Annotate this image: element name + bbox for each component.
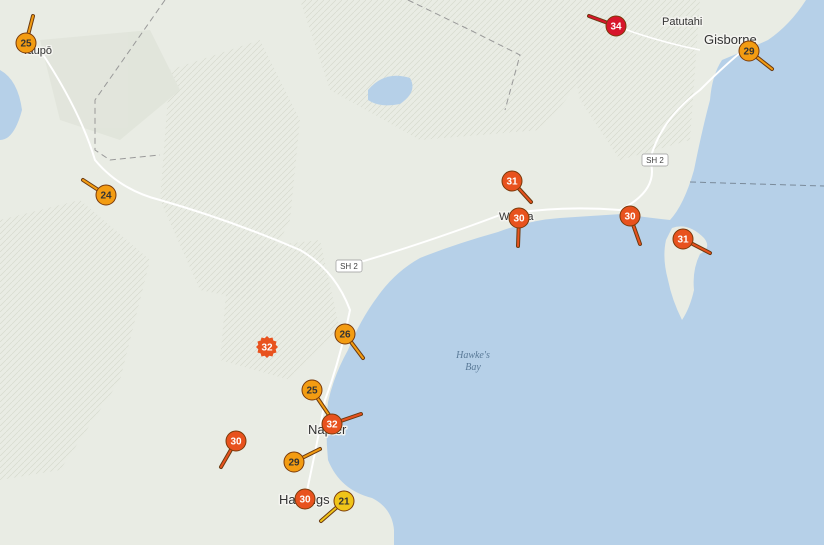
station-temperature: 21 — [338, 497, 350, 508]
station-temperature: 30 — [230, 437, 242, 448]
station-temperature: 25 — [20, 39, 32, 50]
station-marker-hastings[interactable]: 30 — [294, 488, 316, 510]
road-shield-label: SH 2 — [340, 262, 358, 271]
station-temperature: 25 — [306, 386, 318, 397]
road-shield-label: SH 2 — [646, 156, 664, 165]
road-shield-sh2-south: SH 2 — [335, 259, 363, 273]
station-temperature: 26 — [339, 330, 351, 341]
station-temperature: 34 — [610, 22, 622, 33]
map-canvas: SH 2 SH 2 Taupō Patutahi Gisborne Wairoa… — [0, 0, 824, 545]
station-temperature: 32 — [326, 420, 338, 431]
station-temperature: 32 — [261, 343, 273, 354]
road-shield-sh2-north: SH 2 — [641, 153, 669, 167]
station-temperature: 31 — [677, 235, 689, 246]
station-temperature: 30 — [624, 212, 636, 223]
station-temperature: 29 — [288, 458, 300, 469]
station-temperature: 24 — [100, 191, 112, 202]
weather-map[interactable]: SH 2 SH 2 Taupō Patutahi Gisborne Wairoa… — [0, 0, 824, 545]
station-temperature: 29 — [743, 47, 755, 58]
station-temperature: 30 — [299, 495, 311, 506]
station-temperature: 30 — [513, 214, 525, 225]
station-temperature: 31 — [506, 177, 518, 188]
place-label-patutahi: Patutahi — [662, 16, 702, 28]
